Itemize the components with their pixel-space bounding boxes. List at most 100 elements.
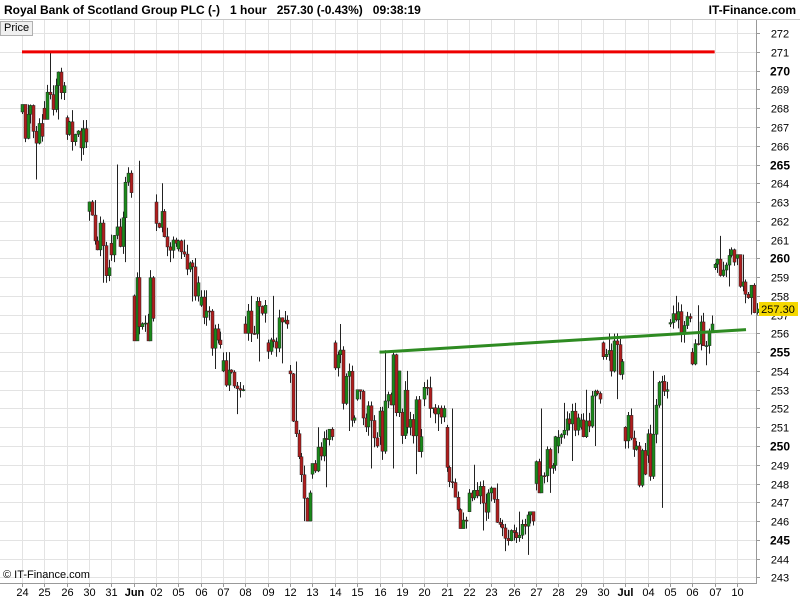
candle-body [696, 343, 701, 345]
candle-body [640, 450, 645, 486]
candle-body [241, 389, 246, 391]
candle-body [738, 254, 743, 287]
candle-body [347, 370, 352, 377]
candle-body [461, 519, 466, 529]
y-tick-label: 245 [770, 534, 790, 548]
candle-body [305, 498, 310, 522]
last-price-tag: 257.30 [759, 302, 798, 317]
candle-body [679, 311, 684, 335]
candle-body [45, 91, 50, 120]
candle-body [109, 243, 114, 256]
price-panel-tab[interactable]: Price [0, 21, 34, 36]
y-tick-label: 262 [771, 217, 789, 229]
x-tick-label: 23 [485, 587, 497, 599]
x-tick-label: 25 [38, 587, 50, 599]
candle-body [316, 446, 321, 472]
candle-body [662, 381, 667, 392]
x-tick-label: 26 [508, 587, 520, 599]
candle-body [467, 492, 472, 512]
candle-body [143, 322, 148, 325]
candle-body [216, 328, 221, 341]
candle-body [562, 429, 567, 435]
candle-body [224, 360, 229, 386]
candle-body [615, 340, 620, 345]
candle-body [456, 496, 461, 510]
y-tick-label: 249 [771, 461, 789, 473]
candle-body [539, 475, 544, 494]
candle-body [500, 524, 505, 529]
candle-body [51, 94, 56, 110]
candle-body [327, 428, 332, 440]
x-tick-label: 26 [61, 587, 73, 599]
last-price-value: 257.30 [761, 304, 795, 316]
candle-body [623, 426, 628, 442]
candle-body [458, 509, 463, 529]
candle-body [319, 446, 324, 457]
candle-body [503, 527, 508, 539]
y-tick-label: 258 [771, 292, 789, 304]
candle-body [274, 341, 279, 349]
y-tick-label: 272 [771, 29, 789, 41]
candle-body [433, 407, 438, 415]
candle-body [140, 323, 145, 327]
candle-body [746, 294, 751, 298]
candle-body [383, 400, 388, 452]
price-chart[interactable]: 243 244 245 246 247 248 249 250 251 252 253 254 255 2… [0, 0, 800, 600]
candle-body [414, 399, 419, 437]
candle-body [196, 282, 201, 297]
candle-body [386, 394, 391, 402]
y-tick-label: 246 [771, 517, 789, 529]
y-tick-label: 267 [771, 123, 789, 135]
candle-body [193, 266, 198, 297]
candle-body [28, 105, 33, 115]
y-tick-label: 251 [771, 423, 789, 435]
candle-body [492, 487, 497, 500]
candle-body [408, 419, 413, 428]
candle-body [688, 316, 693, 319]
candle-body [654, 404, 659, 435]
candle-body [344, 376, 349, 404]
candle-body [553, 436, 558, 466]
y-tick-label: 271 [771, 48, 789, 60]
candle-body [207, 310, 212, 313]
candle-body [121, 217, 126, 247]
candle-body [151, 277, 156, 319]
candle-body [523, 524, 528, 527]
candle-body [668, 322, 673, 325]
candle-body [322, 438, 327, 457]
candle-body [445, 426, 450, 468]
candle-body [590, 395, 595, 427]
y-tick-label: 254 [771, 367, 789, 379]
y-tick-label: 247 [771, 498, 789, 510]
candle-body [157, 223, 162, 228]
x-tick-label: 09 [262, 587, 274, 599]
candle-body [721, 269, 726, 276]
x-tick-label: 20 [418, 587, 430, 599]
candle-body [243, 323, 248, 334]
candle-body [531, 511, 536, 522]
candle-body [422, 387, 427, 400]
candle-body [232, 371, 237, 387]
x-tick-label: 12 [284, 587, 296, 599]
candle-body [185, 253, 190, 270]
candle-body [107, 267, 112, 276]
x-tick-label: 30 [597, 587, 609, 599]
candle-body [671, 313, 676, 323]
x-tick-label: 21 [441, 587, 453, 599]
y-tick-label: 252 [771, 404, 789, 416]
candle-body [294, 420, 299, 434]
candle-body [366, 405, 371, 428]
candle-body [439, 407, 444, 418]
y-tick-label: 265 [770, 159, 790, 173]
candle-body [40, 123, 45, 137]
candle-body [235, 385, 240, 389]
chart-title-bar: Royal Bank of Scotland Group PLC (-) 1 h… [0, 0, 800, 20]
candle-body [62, 85, 67, 93]
candle-body [218, 339, 223, 345]
candle-body [277, 317, 282, 349]
x-tick-label: 07 [709, 587, 721, 599]
candle-body [352, 417, 357, 421]
candle-body [545, 449, 550, 477]
candle-body [498, 522, 503, 525]
candle-body [514, 532, 519, 539]
